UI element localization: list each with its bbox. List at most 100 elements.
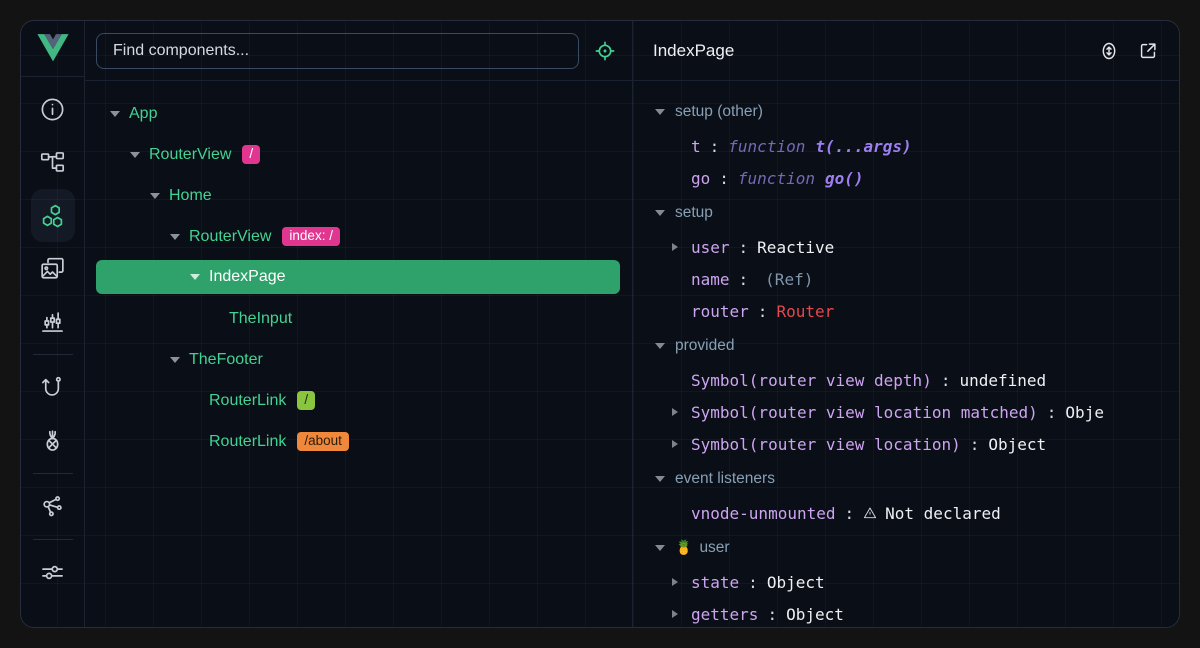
prop-row-router: router : Router	[633, 295, 1179, 327]
tree-row-routerview[interactable]: RouterView /	[85, 134, 632, 175]
component-name: RouterView	[149, 146, 231, 164]
prop-key: getters	[691, 605, 758, 624]
expand-caret-icon[interactable]	[672, 440, 685, 448]
sidebar-item-assets[interactable]	[31, 242, 75, 295]
prop-key: go	[691, 169, 710, 188]
prop-row-name: name : (Ref)	[633, 263, 1179, 295]
prop-key: Symbol(router view location)	[691, 435, 961, 454]
expand-caret-icon[interactable]	[169, 357, 181, 363]
section-pinia-user[interactable]: 🍍 user	[633, 529, 1179, 566]
pinia-icon	[39, 427, 66, 454]
tree-row-home[interactable]: Home	[85, 175, 632, 216]
vue-logo-icon	[36, 34, 70, 64]
sidebar-divider	[33, 473, 73, 474]
inspector-state: setup (other) t : function t(...args) go…	[633, 81, 1179, 627]
prop-colon: :	[845, 504, 855, 523]
search-box[interactable]	[96, 33, 579, 69]
prop-row-user[interactable]: user : Reactive	[633, 231, 1179, 263]
timeline-icon	[39, 308, 66, 335]
section-caret-icon	[655, 109, 665, 115]
prop-row-state[interactable]: state : Object	[633, 566, 1179, 598]
route-badge: /	[242, 145, 260, 164]
prop-colon: :	[1047, 403, 1057, 422]
prop-row-getters[interactable]: getters : Object	[633, 598, 1179, 627]
expand-caret-icon[interactable]	[149, 193, 161, 199]
section-event-listeners[interactable]: event listeners	[633, 460, 1179, 497]
route-badge: /about	[297, 432, 349, 451]
prop-row-go: go : function go()	[633, 162, 1179, 194]
prop-key: Symbol(router view location matched)	[691, 403, 1038, 422]
section-setup-other[interactable]: setup (other)	[633, 93, 1179, 130]
expand-caret-icon[interactable]	[672, 243, 685, 251]
pinia-store-icon: 🍍	[675, 539, 692, 556]
prop-value: Router	[776, 302, 834, 321]
inspector-header-actions	[1098, 40, 1159, 62]
prop-row-router-view-location[interactable]: Symbol(router view location) : Object	[633, 428, 1179, 460]
prop-row-router-view-location-matched[interactable]: Symbol(router view location matched) : O…	[633, 396, 1179, 428]
sidebar-item-pages[interactable]	[31, 136, 75, 189]
expand-caret-icon[interactable]	[109, 111, 121, 117]
inspector-panel: IndexPage s	[633, 21, 1179, 627]
tree-row-routerview-2[interactable]: RouterView index: /	[85, 216, 632, 257]
router-hook-icon	[39, 374, 66, 401]
expand-caret-icon[interactable]	[129, 152, 141, 158]
prop-value: Object	[786, 605, 844, 624]
prop-row-router-view-depth: Symbol(router view depth) : undefined	[633, 364, 1179, 396]
section-title: provided	[675, 337, 734, 355]
expand-caret-icon[interactable]	[672, 578, 685, 586]
expand-caret-icon[interactable]	[672, 610, 685, 618]
component-picker-button[interactable]	[594, 40, 616, 62]
assets-icon	[39, 255, 66, 282]
prop-colon: :	[719, 169, 729, 188]
component-name: RouterView	[189, 228, 271, 246]
prop-value: Not declared	[885, 504, 1001, 523]
prop-value-keyword: function	[728, 137, 805, 156]
open-in-editor-icon	[1137, 40, 1159, 62]
prop-key: user	[691, 238, 730, 257]
sidebar-item-graph[interactable]	[31, 480, 75, 533]
scroll-to-component-button[interactable]	[1098, 40, 1120, 62]
tree-row-thefooter[interactable]: TheFooter	[85, 339, 632, 380]
route-badge: /	[297, 391, 315, 410]
prop-key: name	[691, 270, 730, 289]
prop-value-signature: t(...args)	[815, 137, 911, 156]
section-provided[interactable]: provided	[633, 327, 1179, 364]
sidebar-item-components[interactable]	[31, 189, 75, 242]
prop-colon: :	[970, 435, 980, 454]
tree-row-indexpage-selected[interactable]: IndexPage	[96, 260, 620, 294]
section-caret-icon	[655, 545, 665, 551]
tree-row-routerlink-home[interactable]: RouterLink /	[85, 380, 632, 421]
sidebar-item-overview[interactable]	[31, 83, 75, 136]
open-in-editor-button[interactable]	[1137, 40, 1159, 62]
expand-caret-icon[interactable]	[169, 234, 181, 240]
prop-value: Object	[767, 573, 825, 592]
sidebar-divider	[33, 354, 73, 355]
section-setup[interactable]: setup	[633, 194, 1179, 231]
prop-key: Symbol(router view depth)	[691, 371, 932, 390]
sidebar-item-settings[interactable]	[31, 546, 75, 599]
prop-value-keyword: function	[738, 169, 815, 188]
tree-row-routerlink-about[interactable]: RouterLink /about	[85, 421, 632, 462]
search-input[interactable]	[97, 34, 578, 68]
expand-caret-icon[interactable]	[672, 408, 685, 416]
prop-colon: :	[767, 605, 777, 624]
sidebar-item-router[interactable]	[31, 361, 75, 414]
info-icon	[39, 96, 66, 123]
component-name: Home	[169, 187, 212, 205]
graph-icon	[39, 493, 66, 520]
sidebar-item-timeline[interactable]	[31, 295, 75, 348]
warning-icon	[863, 506, 877, 520]
component-name: IndexPage	[209, 268, 286, 286]
prop-value: Reactive	[757, 238, 834, 257]
tree-row-theinput[interactable]: TheInput	[85, 298, 632, 339]
sidebar	[21, 21, 85, 627]
tree-row-app[interactable]: App	[85, 93, 632, 134]
sidebar-item-pinia[interactable]	[31, 414, 75, 467]
prop-colon: :	[739, 238, 749, 257]
prop-row-vnode-unmounted: vnode-unmounted : Not declared	[633, 497, 1179, 529]
components-icon	[39, 202, 66, 229]
expand-caret-icon[interactable]	[189, 274, 201, 280]
vue-logo	[21, 21, 84, 77]
prop-value: Obje	[1065, 403, 1104, 422]
tree-panel-header	[85, 21, 632, 81]
